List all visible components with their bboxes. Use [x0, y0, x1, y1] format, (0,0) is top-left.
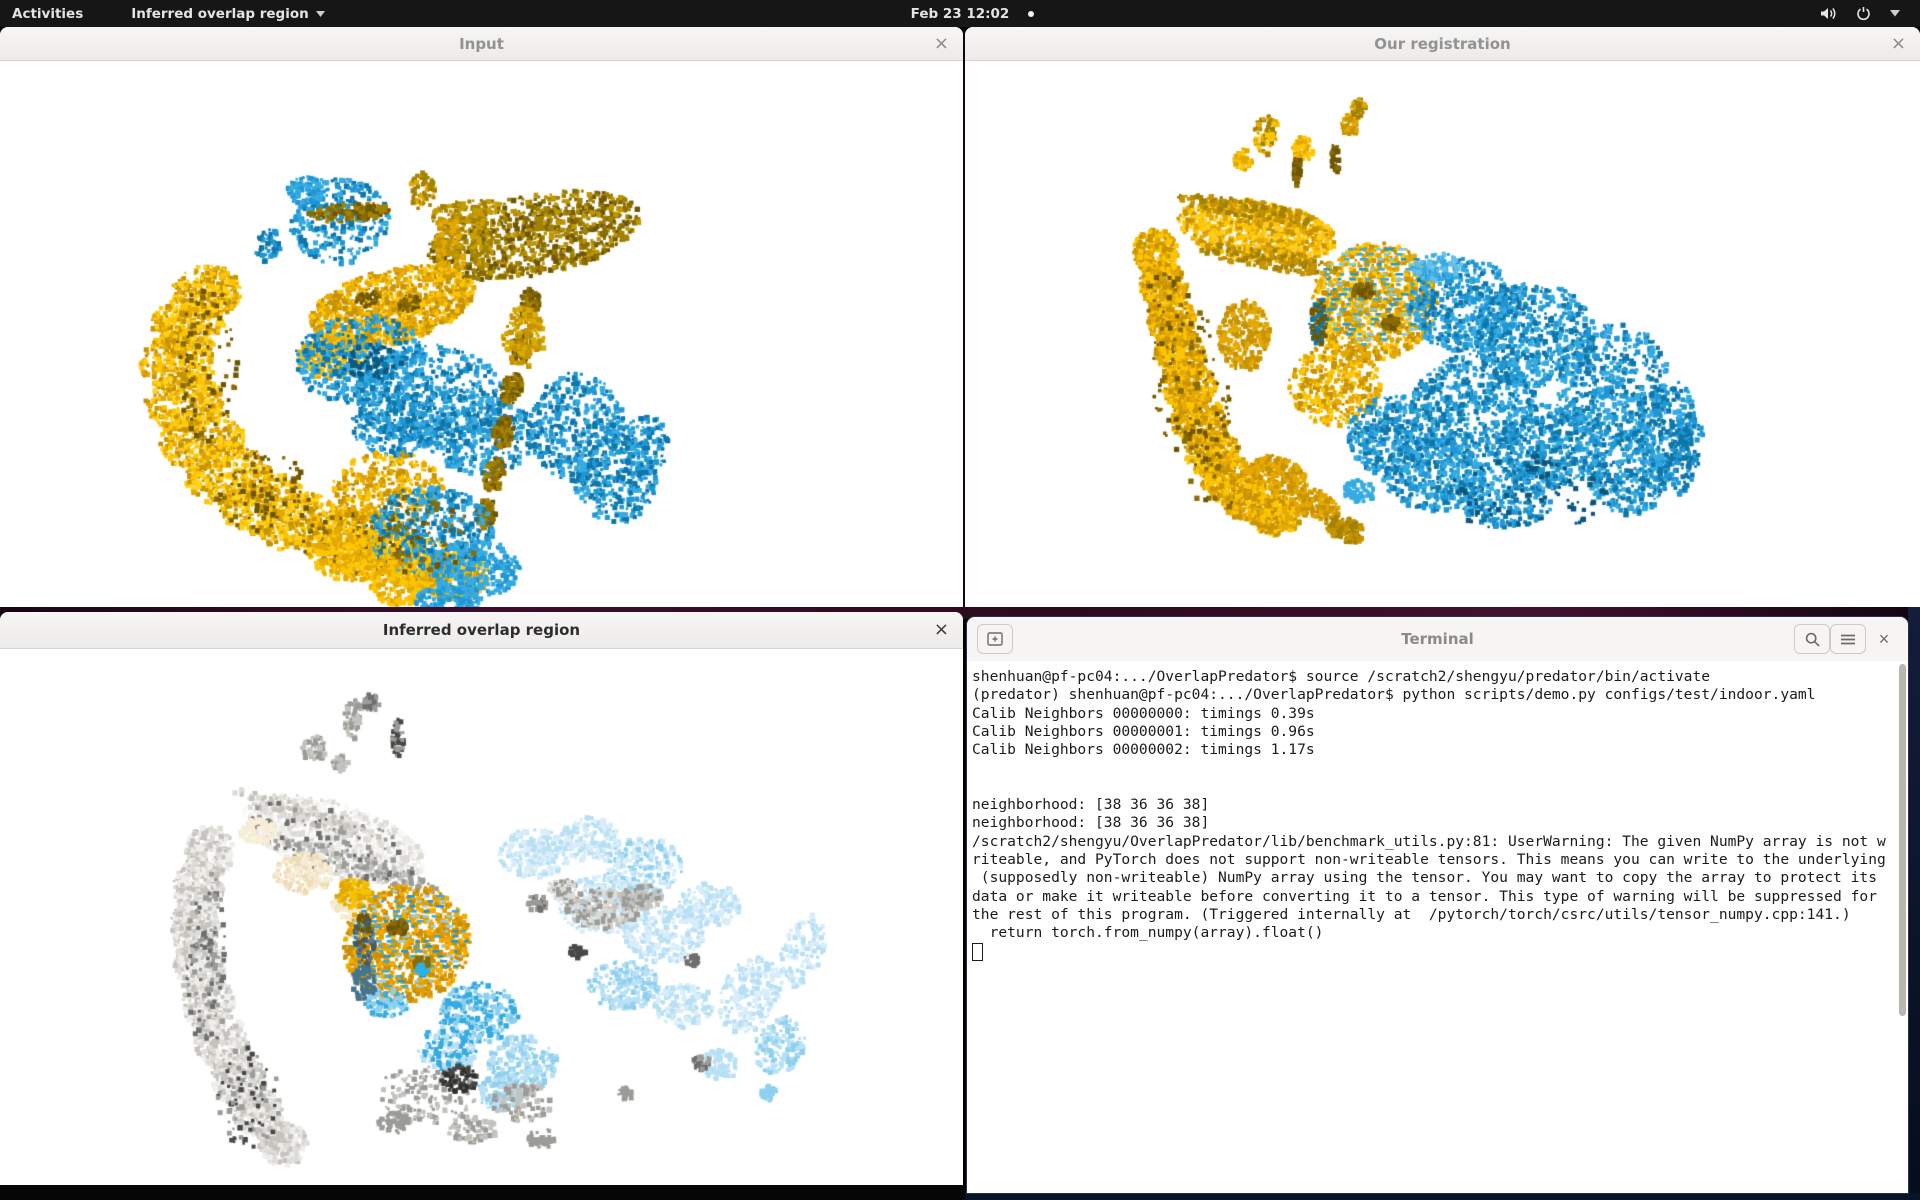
terminal-cursor	[972, 943, 983, 961]
dropdown-triangle-icon	[316, 11, 325, 17]
registration-pointcloud-viewport[interactable]	[965, 61, 1920, 607]
terminal-header[interactable]: Terminal ×	[967, 617, 1908, 662]
terminal-output: shenhuan@pf-pc04:.../OverlapPredator$ so…	[967, 661, 1908, 942]
wallpaper-strip-right	[1908, 607, 1920, 1200]
terminal-scrollbar-thumb[interactable]	[1899, 664, 1906, 1016]
wallpaper-strip-bottom-right	[965, 1193, 1920, 1200]
window-registration: Our registration ×	[965, 27, 1920, 607]
overlap-close-button[interactable]: ×	[928, 619, 955, 641]
volume-icon[interactable]	[1820, 6, 1837, 21]
terminal-close-button[interactable]: ×	[1866, 624, 1902, 654]
app-menu-button[interactable]: Inferred overlap region	[119, 0, 336, 27]
overlap-window-title: Inferred overlap region	[383, 621, 580, 639]
input-pointcloud-viewport[interactable]	[0, 61, 963, 607]
window-terminal: Terminal × shenhuan@pf-pc04:.../OverlapP…	[967, 617, 1908, 1193]
input-window-title: Input	[459, 35, 504, 53]
close-icon: ×	[934, 619, 949, 640]
registration-close-button[interactable]: ×	[1885, 33, 1912, 55]
top-bar: Activities Inferred overlap region Feb 2…	[0, 0, 1920, 27]
input-titlebar[interactable]: Input ×	[0, 27, 963, 61]
registration-titlebar[interactable]: Our registration ×	[965, 27, 1920, 61]
close-icon: ×	[934, 33, 949, 54]
notification-dot	[1028, 11, 1034, 17]
terminal-window-title: Terminal	[967, 617, 1908, 661]
window-input: Input ×	[0, 27, 963, 607]
hamburger-menu-icon	[1841, 634, 1855, 645]
clock-button[interactable]: Feb 23 12:02	[899, 0, 1022, 27]
close-icon: ×	[1879, 629, 1890, 650]
input-close-button[interactable]: ×	[928, 33, 955, 55]
menu-button[interactable]	[1830, 624, 1866, 654]
overlap-pointcloud-viewport[interactable]	[0, 649, 963, 1185]
search-button[interactable]	[1794, 624, 1830, 654]
search-icon	[1805, 632, 1820, 647]
wallpaper-strip-bottom-left	[0, 1185, 965, 1200]
close-icon: ×	[1891, 33, 1906, 54]
overlap-titlebar[interactable]: Inferred overlap region ×	[0, 612, 963, 649]
terminal-body[interactable]: shenhuan@pf-pc04:.../OverlapPredator$ so…	[967, 661, 1908, 1193]
power-icon[interactable]	[1856, 6, 1871, 21]
activities-button[interactable]: Activities	[0, 0, 95, 27]
app-menu-label: Inferred overlap region	[131, 6, 308, 22]
chevron-down-icon[interactable]	[1890, 10, 1900, 17]
registration-window-title: Our registration	[1374, 35, 1510, 53]
window-overlap: Inferred overlap region ×	[0, 612, 963, 1185]
